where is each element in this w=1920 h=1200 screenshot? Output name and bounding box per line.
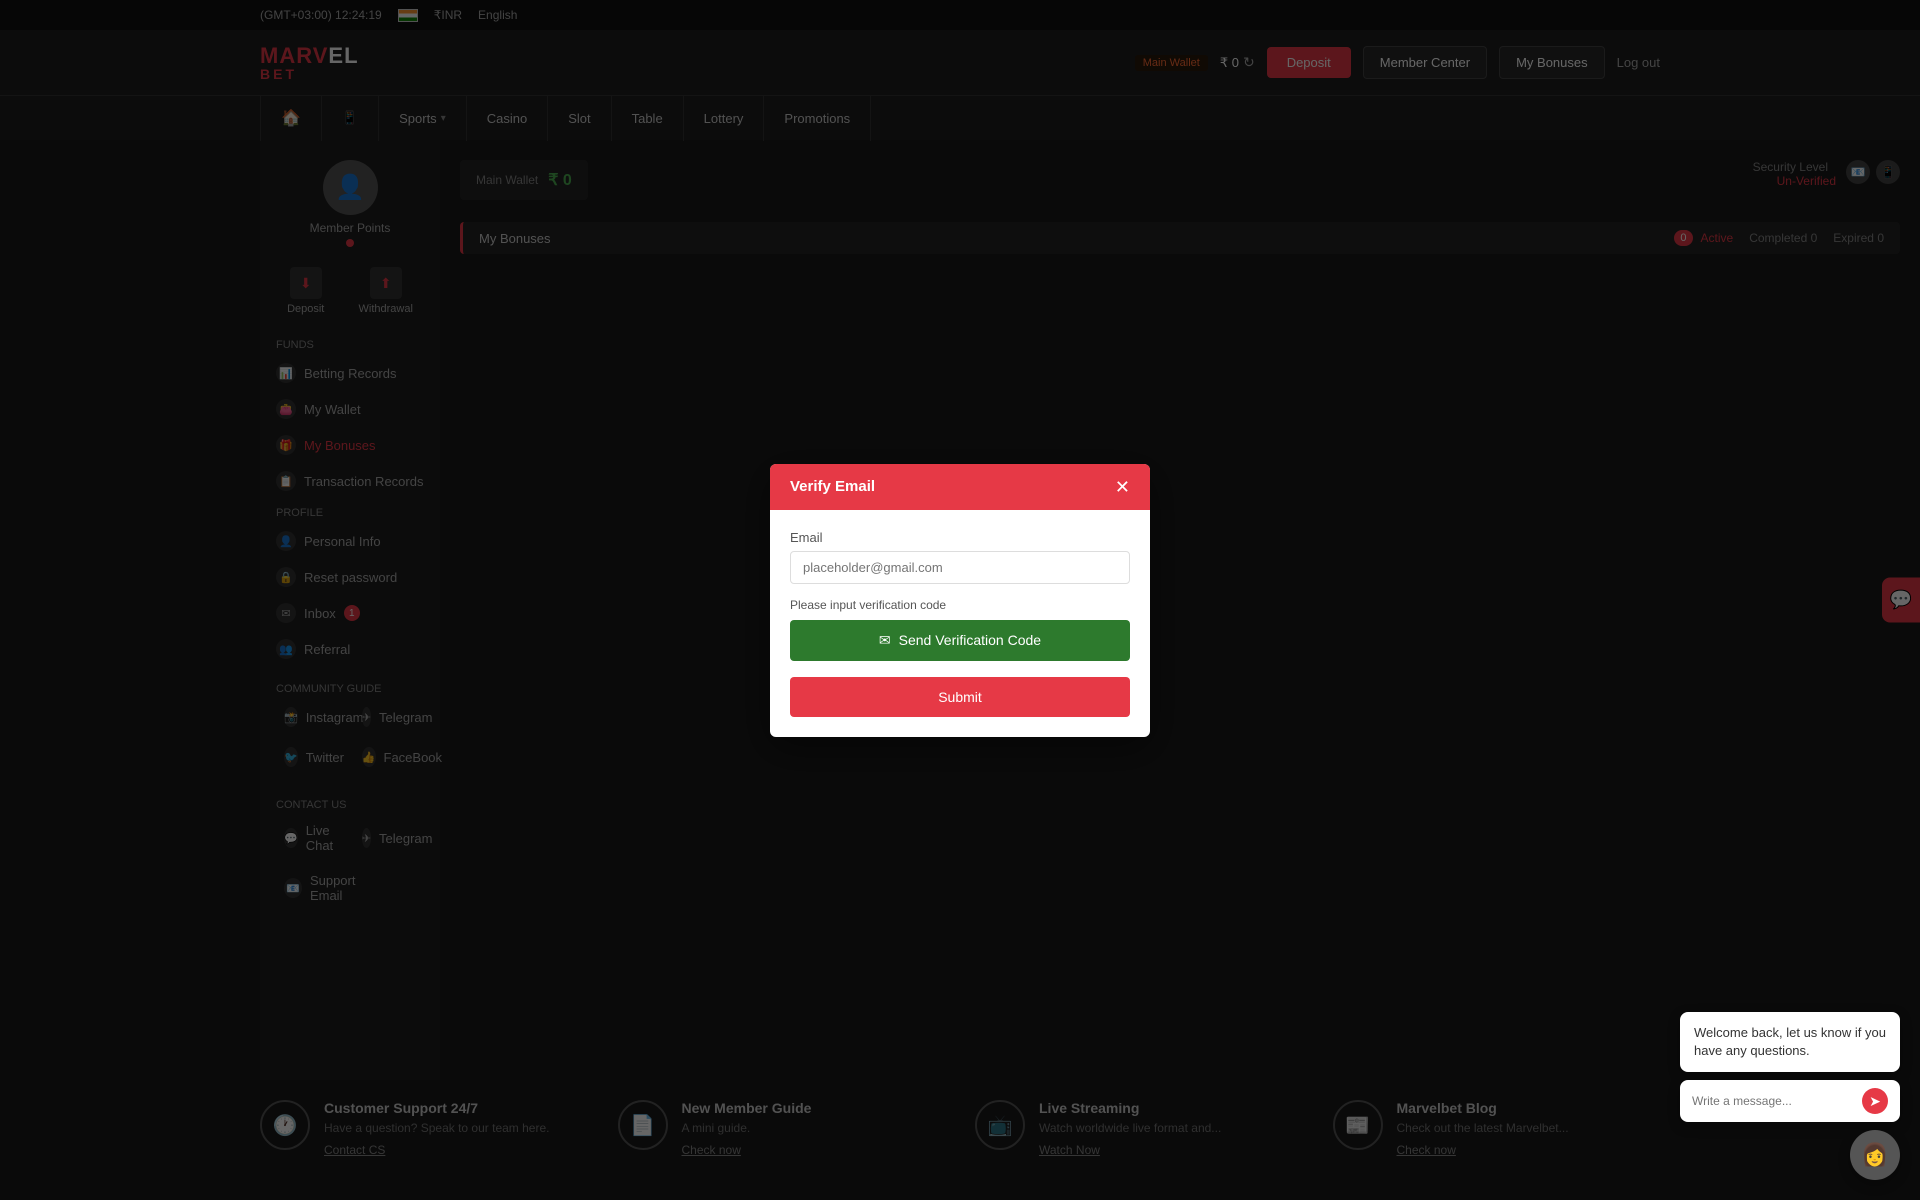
modal-overlay: Verify Email ✕ Email Please input verifi…: [0, 0, 1920, 1200]
modal-header: Verify Email ✕: [770, 464, 1150, 510]
send-icon: ✉: [879, 632, 891, 649]
modal-close-button[interactable]: ✕: [1115, 478, 1130, 496]
email-input[interactable]: [790, 551, 1130, 584]
chat-agent-avatar: 👩: [1850, 1130, 1900, 1180]
chat-message-input[interactable]: [1692, 1094, 1854, 1108]
modal-title: Verify Email: [790, 478, 875, 495]
verify-email-modal: Verify Email ✕ Email Please input verifi…: [770, 464, 1150, 737]
modal-body: Email Please input verification code ✉ S…: [770, 510, 1150, 737]
chat-widget: Welcome back, let us know if you have an…: [1680, 1012, 1900, 1180]
verify-code-label: Please input verification code: [790, 598, 1130, 612]
send-verification-button[interactable]: ✉ Send Verification Code: [790, 620, 1130, 661]
chat-input-row: ➤: [1680, 1080, 1900, 1122]
email-field-label: Email: [790, 530, 1130, 545]
submit-button[interactable]: Submit: [790, 677, 1130, 717]
chat-send-button[interactable]: ➤: [1862, 1088, 1888, 1114]
chat-bubble: Welcome back, let us know if you have an…: [1680, 1012, 1900, 1072]
